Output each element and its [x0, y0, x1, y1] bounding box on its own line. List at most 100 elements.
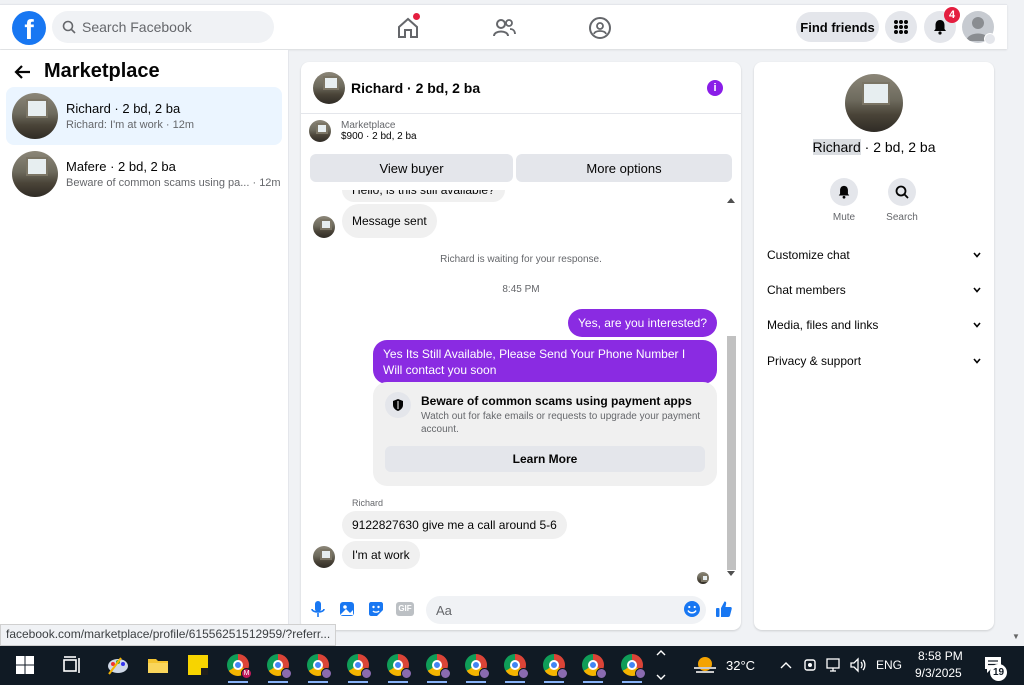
network-icon[interactable]	[826, 657, 842, 673]
scrollbar-thumb[interactable]	[727, 336, 736, 570]
search-placeholder: Search Facebook	[82, 19, 192, 35]
windows-start-icon[interactable]	[12, 652, 38, 678]
privacy-support-row[interactable]: Privacy & support	[767, 354, 981, 368]
marketplace-label: Marketplace	[341, 120, 396, 131]
listing-thumbnail	[12, 93, 58, 139]
scam-warning-description: Watch out for fake emails or requests to…	[421, 411, 701, 435]
conversation-item-richard[interactable]: Richard · 2 bd, 2 ba Richard: I'm at wor…	[6, 87, 282, 145]
conversation-list-panel: Marketplace Richard · 2 bd, 2 ba Richard…	[0, 50, 289, 630]
account-chevron-down-icon[interactable]	[984, 33, 996, 45]
taskbar-overflow-up-icon[interactable]	[656, 648, 666, 658]
outgoing-message-bubble: Yes, are you interested?	[568, 309, 717, 337]
chat-info-panel: Richard · 2 bd, 2 ba Mute Search Customi…	[754, 62, 994, 630]
chat-members-row[interactable]: Chat members	[767, 283, 981, 297]
chrome-window-icon[interactable]	[580, 652, 607, 683]
message-scrollbar[interactable]	[725, 192, 737, 582]
row-label: Customize chat	[767, 248, 850, 262]
notification-count-badge: 19	[990, 664, 1007, 681]
chevron-down-icon	[973, 322, 981, 328]
shield-icon	[385, 392, 411, 418]
chrome-window-icon[interactable]	[385, 652, 412, 683]
chrome-window-icon[interactable]	[305, 652, 332, 683]
chevron-down-icon	[973, 287, 981, 293]
search-icon	[895, 185, 909, 199]
waiting-notice: Richard is waiting for your response.	[440, 254, 602, 265]
chrome-window-icon[interactable]	[345, 652, 372, 683]
link-status-bar: facebook.com/marketplace/profile/6155625…	[0, 624, 337, 646]
chevron-down-icon	[973, 358, 981, 364]
menu-button[interactable]	[885, 11, 917, 43]
message-timestamp: 8:45 PM	[502, 284, 540, 295]
message-composer: GIF Aa	[301, 590, 741, 630]
chrome-window-icon[interactable]	[463, 652, 490, 683]
clock-time[interactable]: 8:58 PM	[918, 649, 963, 663]
file-explorer-icon[interactable]	[145, 652, 171, 678]
customize-chat-row[interactable]: Customize chat	[767, 248, 981, 262]
chat-title[interactable]: Richard · 2 bd, 2 ba	[351, 80, 480, 96]
contact-name-highlight: Richard	[812, 139, 861, 155]
media-files-links-row[interactable]: Media, files and links	[767, 318, 981, 332]
taskbar-overflow-down-icon[interactable]	[656, 672, 666, 682]
mute-label: Mute	[832, 212, 856, 223]
groups-icon[interactable]	[587, 15, 613, 41]
weather-icon[interactable]	[692, 654, 718, 676]
task-view-icon[interactable]	[59, 652, 85, 678]
find-friends-button[interactable]: Find friends	[796, 12, 879, 42]
bell-icon	[934, 20, 946, 35]
view-buyer-button[interactable]: View buyer	[310, 154, 513, 182]
read-receipt-avatar	[697, 572, 709, 584]
scroll-down-arrow-icon[interactable]	[726, 570, 736, 578]
top-navigation-bar: f Search Facebook Find friends 4	[0, 4, 1007, 49]
row-label: Privacy & support	[767, 354, 862, 368]
sticker-icon[interactable]	[367, 600, 385, 618]
info-icon[interactable]: i	[707, 80, 723, 96]
chrome-window-icon[interactable]	[265, 652, 292, 683]
input-language-indicator[interactable]: ENG	[876, 658, 902, 672]
page-scroll-down-arrow-icon[interactable]: ▼	[1012, 632, 1020, 641]
show-hidden-icons-chevron-icon[interactable]	[780, 660, 792, 670]
microphone-icon[interactable]	[309, 600, 327, 618]
row-label: Chat members	[767, 283, 846, 297]
listing-price: $900 · 2 bd, 2 ba	[341, 131, 417, 142]
page-title: Marketplace	[44, 60, 160, 82]
gif-button[interactable]: GIF	[396, 602, 414, 616]
photo-icon[interactable]	[338, 600, 356, 618]
thumbs-up-icon[interactable]	[715, 600, 733, 618]
chrome-window-icon[interactable]	[541, 652, 568, 683]
facebook-logo[interactable]: f	[12, 11, 46, 45]
search-in-chat-button[interactable]: Search	[882, 178, 922, 223]
chat-avatar[interactable]	[313, 71, 345, 104]
volume-icon[interactable]	[849, 657, 867, 673]
paint-app-icon[interactable]	[105, 652, 131, 678]
scroll-up-arrow-icon[interactable]	[726, 196, 736, 204]
chrome-window-icon[interactable]	[619, 652, 646, 683]
sticky-notes-icon[interactable]	[185, 652, 211, 678]
chrome-window-icon[interactable]	[424, 652, 451, 683]
chrome-window-icon[interactable]: M	[225, 652, 252, 683]
clock-date[interactable]: 9/3/2025	[915, 666, 962, 680]
conversation-item-mafere[interactable]: Mafere · 2 bd, 2 ba Beware of common sca…	[6, 145, 282, 203]
sender-avatar	[313, 216, 335, 238]
emoji-icon[interactable]	[683, 600, 701, 618]
conversation-title: Richard · 2 bd, 2 ba	[66, 101, 181, 116]
chat-window: Richard · 2 bd, 2 ba i Marketplace $900 …	[301, 62, 741, 630]
contact-title: Richard · 2 bd, 2 ba	[754, 139, 994, 155]
chrome-window-icon[interactable]	[502, 652, 529, 683]
marketplace-listing-summary[interactable]: Marketplace $900 · 2 bd, 2 ba	[309, 120, 417, 142]
incoming-message-bubble: I'm at work	[342, 541, 420, 569]
listing-thumbnail	[12, 151, 58, 197]
grid-menu-icon	[894, 20, 908, 34]
meet-now-icon[interactable]	[803, 657, 817, 673]
message-list[interactable]: Hello, is this still available? Message …	[301, 190, 741, 586]
conversation-preview: Beware of common scams using pa... · 12m	[66, 177, 281, 189]
mute-button[interactable]: Mute	[824, 178, 864, 223]
back-arrow-icon[interactable]	[14, 63, 32, 81]
message-input[interactable]: Aa	[426, 596, 706, 624]
friends-icon[interactable]	[491, 15, 517, 41]
row-label: Media, files and links	[767, 318, 879, 332]
contact-avatar[interactable]	[845, 74, 903, 132]
learn-more-button[interactable]: Learn More	[385, 446, 705, 472]
more-options-button[interactable]: More options	[516, 154, 732, 182]
temperature-label[interactable]: 32°C	[726, 658, 755, 673]
search-facebook-input[interactable]: Search Facebook	[52, 11, 274, 43]
